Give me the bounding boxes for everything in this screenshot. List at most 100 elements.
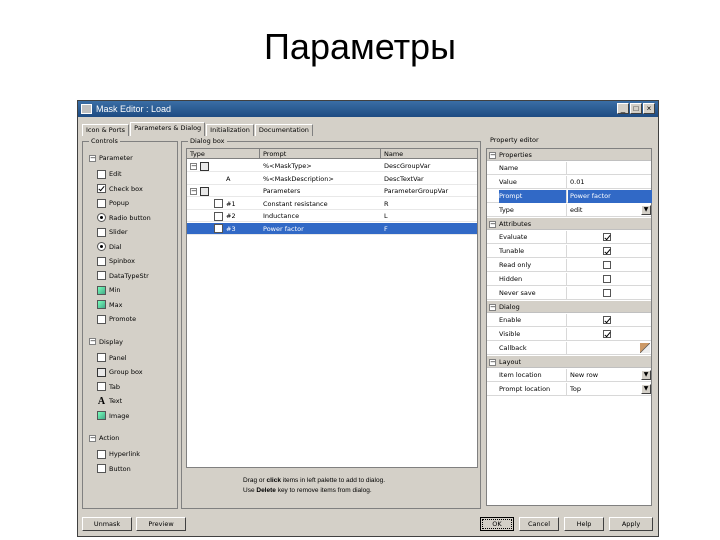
property-row[interactable]: Name — [487, 162, 651, 175]
name-cell[interactable]: R — [384, 198, 478, 210]
property-row[interactable]: Visible — [487, 328, 651, 341]
table-row[interactable]: A %<MaskDescription> DescTextVar — [187, 173, 477, 185]
maximize-button[interactable]: □ — [630, 103, 642, 114]
property-checkbox[interactable] — [603, 233, 611, 241]
property-value[interactable]: edit ▼ — [568, 204, 652, 217]
pencil-icon[interactable] — [640, 343, 650, 353]
property-value[interactable]: Top ▼ — [568, 383, 652, 396]
prompt-cell[interactable]: Parameters — [263, 185, 379, 197]
collapse-icon[interactable]: − — [489, 359, 496, 366]
prompt-cell[interactable]: %<MaskDescription> — [263, 173, 379, 185]
property-checkbox[interactable] — [603, 247, 611, 255]
name-cell[interactable]: DescGroupVar — [384, 160, 478, 172]
control-item[interactable]: Tab — [97, 381, 120, 393]
collapse-icon[interactable]: − — [489, 221, 496, 228]
property-value[interactable] — [568, 314, 652, 327]
control-item[interactable]: Min — [97, 284, 121, 296]
property-value[interactable] — [568, 162, 652, 175]
property-value[interactable]: New row ▼ — [568, 369, 652, 382]
property-value[interactable] — [568, 259, 652, 272]
minimize-button[interactable]: _ — [617, 103, 629, 114]
property-value[interactable]: 0.01 — [568, 176, 652, 189]
control-item[interactable]: Slider — [97, 226, 128, 238]
unmask-button[interactable]: Unmask — [82, 517, 132, 531]
close-button[interactable]: × — [643, 103, 655, 114]
prompt-cell[interactable]: Power factor — [263, 223, 379, 235]
dropdown-arrow-icon[interactable]: ▼ — [641, 205, 651, 215]
property-row[interactable]: Evaluate — [487, 231, 651, 244]
group-action[interactable]: − Action — [89, 432, 119, 444]
control-item[interactable]: Check box — [97, 183, 143, 195]
property-row[interactable]: Item location New row ▼ — [487, 369, 651, 382]
collapse-icon[interactable]: − — [89, 434, 96, 442]
name-cell[interactable]: F — [384, 223, 478, 235]
column-prompt[interactable]: Prompt — [260, 149, 381, 159]
property-value[interactable]: Power factor — [568, 190, 652, 203]
cancel-button[interactable]: Cancel — [519, 517, 559, 531]
name-cell[interactable]: ParameterGroupVar — [384, 185, 478, 197]
control-item[interactable]: Radio button — [97, 212, 151, 224]
property-row[interactable]: Type edit ▼ — [487, 204, 651, 217]
control-item[interactable]: Promote — [97, 313, 136, 325]
apply-button[interactable]: Apply — [609, 517, 653, 531]
property-value[interactable] — [568, 342, 652, 355]
dropdown-arrow-icon[interactable]: ▼ — [641, 384, 651, 394]
table-row[interactable]: − %<MaskType> DescGroupVar — [187, 160, 477, 172]
control-item[interactable]: Edit — [97, 168, 122, 180]
property-row[interactable]: Enable — [487, 314, 651, 327]
tree-toggle-icon[interactable]: − — [190, 162, 197, 170]
tree-toggle-icon[interactable]: − — [190, 187, 197, 195]
control-item[interactable]: Group box — [97, 366, 143, 378]
table-row[interactable]: #2 Inductance L — [187, 210, 477, 222]
table-row[interactable]: − Parameters ParameterGroupVar — [187, 185, 477, 197]
tab-icon-ports[interactable]: Icon & Ports — [82, 124, 130, 136]
collapse-icon[interactable]: − — [489, 152, 496, 159]
prompt-cell[interactable]: Constant resistance — [263, 198, 379, 210]
preview-button[interactable]: Preview — [136, 517, 186, 531]
column-type[interactable]: Type — [187, 149, 260, 159]
ok-button[interactable]: OK — [480, 517, 514, 531]
tab-parameters-dialog[interactable]: Parameters & Dialog — [130, 122, 206, 136]
control-item[interactable]: Panel — [97, 352, 127, 364]
property-value[interactable] — [568, 328, 652, 341]
prompt-cell[interactable]: Inductance — [263, 210, 379, 222]
tab-documentation[interactable]: Documentation — [254, 124, 313, 136]
control-item[interactable]: Max — [97, 299, 122, 311]
property-section[interactable]: − Properties — [487, 149, 651, 161]
property-value[interactable] — [568, 287, 652, 300]
table-row[interactable]: #3 Power factor F — [187, 222, 478, 235]
property-checkbox[interactable] — [603, 261, 611, 269]
property-value[interactable] — [568, 231, 652, 244]
property-section[interactable]: − Layout — [487, 356, 651, 368]
control-item[interactable]: Image — [97, 410, 129, 422]
property-checkbox[interactable] — [603, 316, 611, 324]
tab-initialization[interactable]: Initialization — [206, 124, 254, 136]
property-row[interactable]: Read only — [487, 259, 651, 272]
control-item[interactable]: Hyperlink — [97, 448, 140, 460]
property-value[interactable] — [568, 245, 652, 258]
property-row[interactable]: Never save — [487, 287, 651, 300]
property-row[interactable]: Tunable — [487, 245, 651, 258]
property-row[interactable]: Hidden — [487, 273, 651, 286]
name-cell[interactable]: L — [384, 210, 478, 222]
name-cell[interactable]: DescTextVar — [384, 173, 478, 185]
collapse-icon[interactable]: − — [89, 154, 96, 162]
column-name[interactable]: Name — [381, 149, 479, 159]
property-row[interactable]: Prompt Power factor — [487, 190, 652, 203]
collapse-icon[interactable]: − — [89, 338, 96, 345]
property-row[interactable]: Prompt location Top ▼ — [487, 383, 651, 396]
help-button[interactable]: Help — [564, 517, 604, 531]
dropdown-arrow-icon[interactable]: ▼ — [641, 370, 651, 380]
control-item[interactable]: Popup — [97, 197, 129, 209]
property-row[interactable]: Callback — [487, 342, 651, 355]
control-item[interactable]: DataTypeStr — [97, 270, 149, 282]
property-row[interactable]: Value 0.01 — [487, 176, 651, 189]
control-item[interactable]: Dial — [97, 241, 122, 253]
property-section[interactable]: − Attributes — [487, 218, 651, 230]
property-checkbox[interactable] — [603, 289, 611, 297]
group-parameter[interactable]: − Parameter — [89, 152, 133, 164]
control-item[interactable]: A Text — [97, 395, 122, 407]
prompt-cell[interactable]: %<MaskType> — [263, 160, 379, 172]
table-row[interactable]: #1 Constant resistance R — [187, 198, 477, 210]
property-section[interactable]: − Dialog — [487, 301, 651, 313]
